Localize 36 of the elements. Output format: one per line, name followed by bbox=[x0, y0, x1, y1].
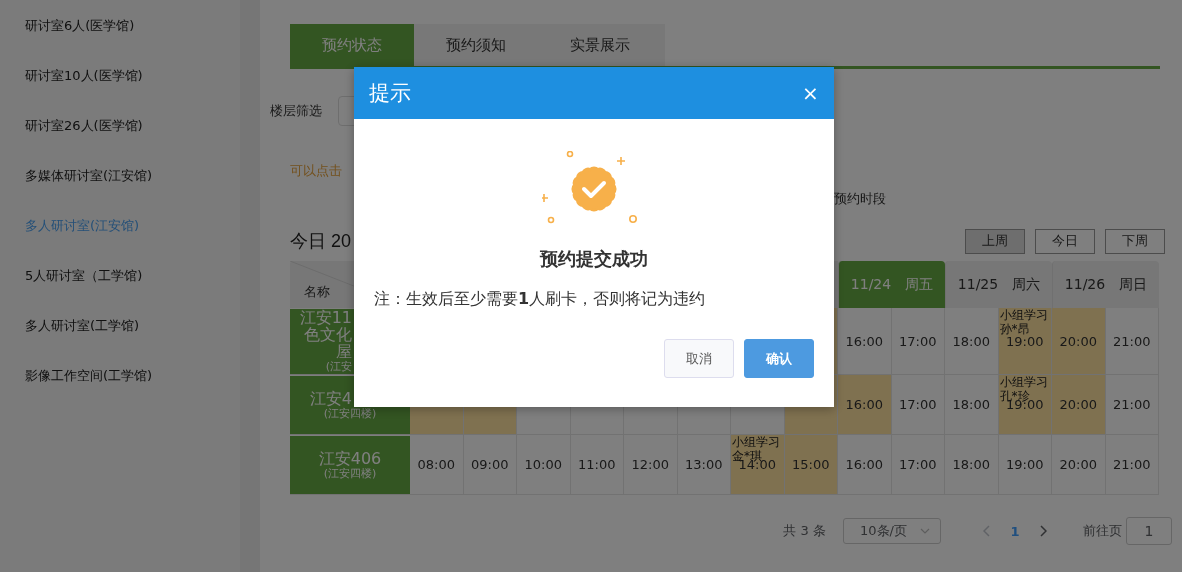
hint-text: 可以点击 bbox=[290, 162, 343, 180]
sidebar-item[interactable]: 5人研讨室（工学馆) bbox=[0, 260, 240, 310]
booking-note: 小组学习 孙*昂 bbox=[999, 308, 1048, 336]
day-header[interactable]: 11/26 周日 bbox=[1052, 261, 1159, 308]
sidebar-item[interactable]: 研讨室6人(医学馆) bbox=[0, 10, 240, 60]
cancel-button[interactable]: 取消 bbox=[664, 339, 734, 378]
legend-text: 预约时段 bbox=[834, 191, 886, 206]
week-button[interactable]: 今日 bbox=[1035, 228, 1095, 254]
confirm-button[interactable]: 确认 bbox=[744, 339, 814, 378]
week-button[interactable]: 下周 bbox=[1105, 228, 1165, 254]
page-size-select[interactable]: 10条/页 bbox=[843, 518, 941, 544]
next-page-icon[interactable] bbox=[1039, 525, 1047, 537]
week-button[interactable]: 上周 bbox=[965, 228, 1025, 254]
time-cell[interactable]: 16:00 bbox=[838, 375, 892, 434]
time-cell[interactable]: 15:00 bbox=[784, 435, 838, 494]
date-title: 今日 20 bbox=[290, 230, 352, 253]
dialog-title: 提示 bbox=[369, 80, 411, 107]
goto-page-field[interactable]: 1 bbox=[1126, 517, 1172, 545]
time-cell[interactable]: 19:00 小组学习 孙*昂 bbox=[998, 308, 1052, 374]
chevron-down-icon bbox=[920, 528, 930, 534]
total-count: 共 3 条 bbox=[783, 522, 826, 540]
filter-label: 楼层筛选 bbox=[270, 102, 323, 120]
success-heading: 预约提交成功 bbox=[540, 247, 648, 271]
goto-label: 前往页 bbox=[1083, 522, 1122, 540]
sidebar-item[interactable]: 研讨室26人(医学馆) bbox=[0, 110, 240, 160]
sidebar-item[interactable]: 多媒体研讨室(江安馆) bbox=[0, 160, 240, 210]
time-cell[interactable]: 20:00 bbox=[1052, 308, 1106, 374]
tab[interactable]: 预约须知 bbox=[414, 24, 538, 66]
time-cell[interactable]: 20:00 bbox=[1052, 375, 1106, 434]
day-header[interactable]: 11/25 周六 bbox=[945, 261, 1052, 308]
room-name-cell: 江安406 (江安四楼) bbox=[290, 435, 410, 494]
close-button[interactable]: × bbox=[802, 82, 818, 104]
sidebar-item[interactable]: 影像工作空间(工学馆) bbox=[0, 360, 240, 410]
sidebar-item[interactable]: 多人研讨室(工学馆) bbox=[0, 310, 240, 360]
sidebar-item[interactable]: 研讨室10人(医学馆) bbox=[0, 60, 240, 110]
tab[interactable]: 实景展示 bbox=[538, 24, 662, 66]
